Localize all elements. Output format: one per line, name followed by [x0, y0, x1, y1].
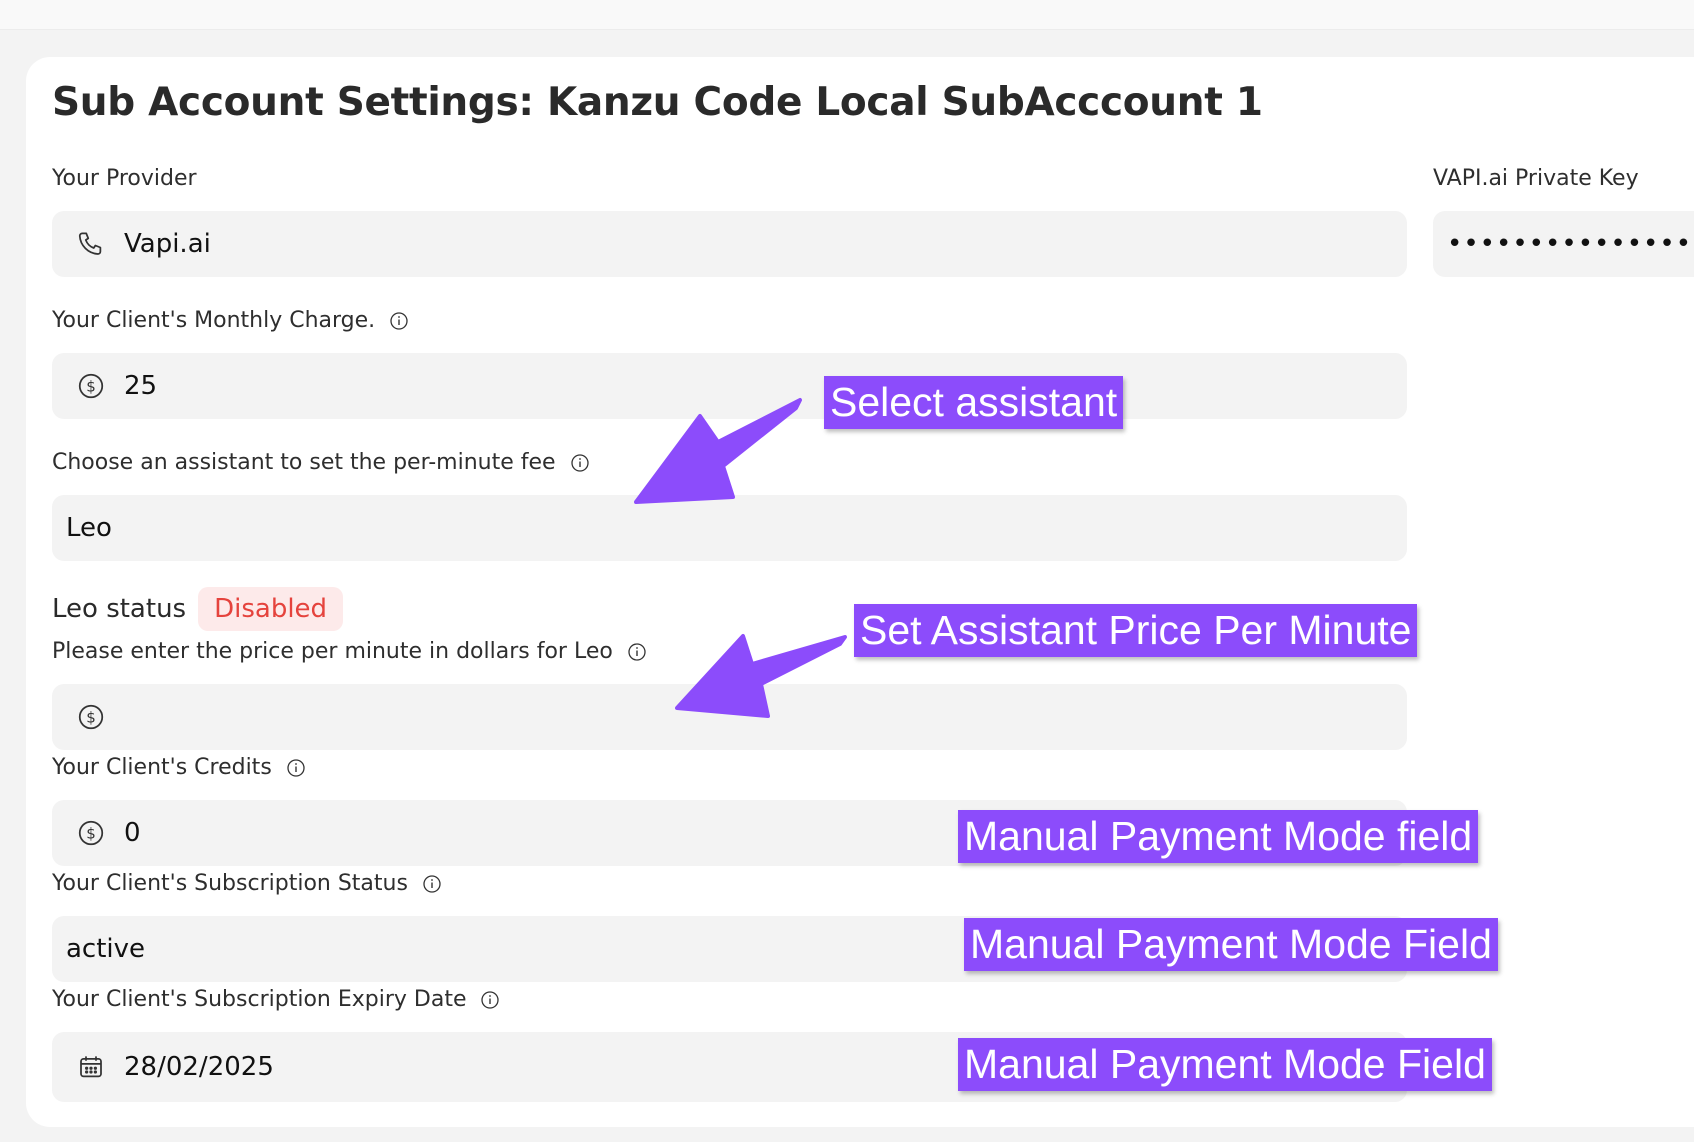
- callout-manual-payment-3: Manual Payment Mode Field: [958, 1038, 1492, 1091]
- callout-manual-payment-1: Manual Payment Mode field: [958, 810, 1479, 863]
- callout-manual-payment-2: Manual Payment Mode Field: [964, 918, 1498, 971]
- arrow-set-price: [675, 634, 847, 718]
- arrow-select-assistant: [634, 398, 802, 504]
- callout-set-price: Set Assistant Price Per Minute: [854, 604, 1418, 657]
- callout-select-assistant: Select assistant: [824, 376, 1124, 429]
